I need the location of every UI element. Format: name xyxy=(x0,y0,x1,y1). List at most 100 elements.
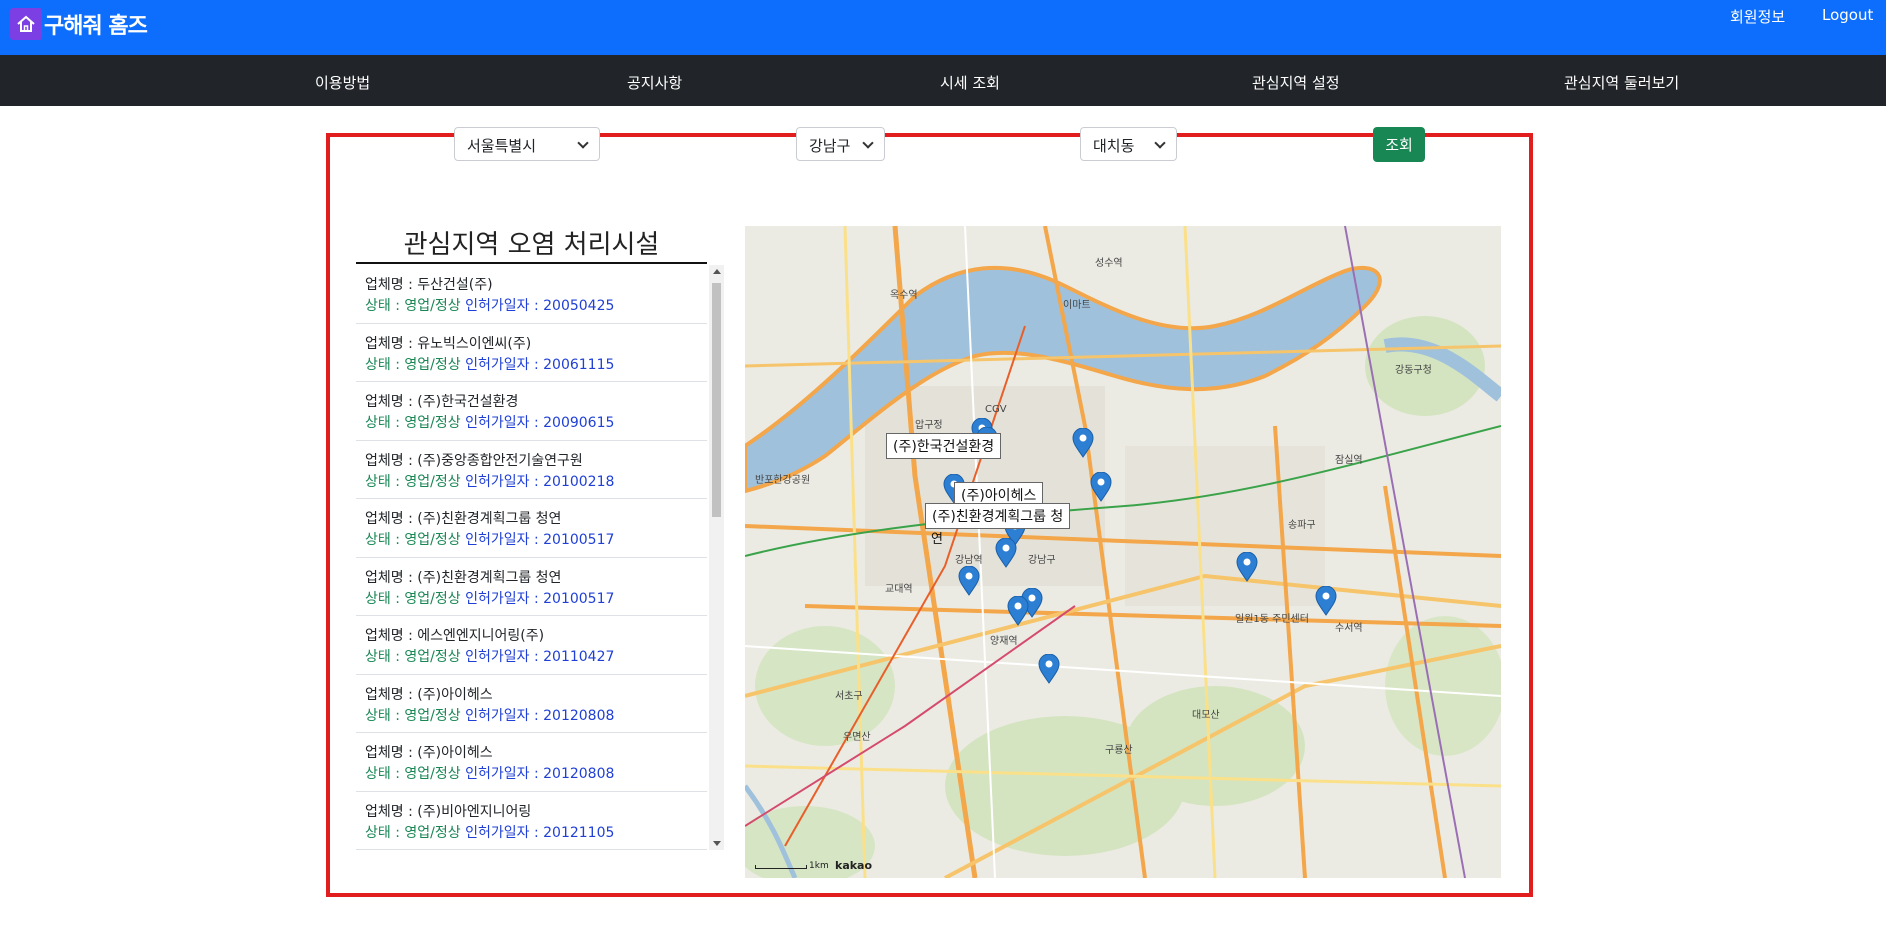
map-marker-icon[interactable] xyxy=(958,566,980,596)
status-prefix: 상태 : xyxy=(365,532,405,548)
map-marker-icon[interactable] xyxy=(1236,552,1258,582)
name-prefix: 업체명 : xyxy=(365,569,418,586)
nav-price-search[interactable]: 시세 조회 xyxy=(940,72,1000,93)
map-marker-icon[interactable] xyxy=(1072,428,1094,458)
item-name: 업체명 : (주)중앙종합안전기술연구원 xyxy=(365,450,698,472)
name-value: (주)한국건설환경 xyxy=(417,394,519,410)
date-prefix: 인허가일자 : xyxy=(465,824,544,841)
date-prefix: 인허가일자 : xyxy=(465,649,544,665)
map-place-label: 대모산 xyxy=(1192,710,1220,721)
item-meta: 상태 : 영업/정상 인허가일자 : 20110427 xyxy=(365,647,698,667)
dong-select[interactable]: 대치동 xyxy=(1080,127,1177,161)
map-place-label: 옥수역 xyxy=(890,290,918,301)
list-item[interactable]: 업체명 : 에스엔엔지니어링(주) 상태 : 영업/정상 인허가일자 : 201… xyxy=(356,616,707,675)
scroll-down-arrow-icon[interactable] xyxy=(713,841,721,846)
map-place-label: 압구정 xyxy=(915,420,943,431)
map-place-label: 잠실역 xyxy=(1335,455,1363,466)
list-item[interactable]: 업체명 : (주)친환경계획그룹 청연 상태 : 영업/정상 인허가일자 : 2… xyxy=(356,499,707,558)
date-prefix: 인허가일자 : xyxy=(465,532,544,548)
nav-usage[interactable]: 이용방법 xyxy=(315,72,370,93)
facility-list[interactable]: 업체명 : 두산건설(주) 상태 : 영업/정상 인허가일자 : 2005042… xyxy=(356,265,724,850)
name-value: (주)비아엔지니어링 xyxy=(417,803,532,820)
map-place-label: 일원1동 주민센터 xyxy=(1235,614,1309,625)
district-select[interactable]: 강남구 xyxy=(796,127,885,161)
list-item[interactable]: 업체명 : (주)아이헤스 상태 : 영업/정상 인허가일자 : 2012080… xyxy=(356,675,707,733)
list-item[interactable]: 업체명 : 두산건설(주) 상태 : 영업/정상 인허가일자 : 2005042… xyxy=(356,265,707,324)
list-item[interactable]: 업체명 : (주)비아엔지니어링 상태 : 영업/정상 인허가일자 : 2012… xyxy=(356,792,707,850)
list-scrollbar[interactable] xyxy=(709,265,724,850)
date-value: 20100218 xyxy=(543,473,615,490)
item-name: 업체명 : (주)한국건설환경 xyxy=(365,391,698,413)
map-marker-icon[interactable] xyxy=(1038,654,1060,684)
logo[interactable]: 구해줘 홈즈 xyxy=(10,8,148,40)
item-meta: 상태 : 영업/정상 인허가일자 : 20100517 xyxy=(365,589,698,609)
scroll-up-arrow-icon[interactable] xyxy=(713,269,721,274)
status-prefix: 상태 : xyxy=(365,707,405,724)
name-value: (주)친환경계획그룹 청연 xyxy=(417,511,562,527)
item-meta: 상태 : 영업/정상 인허가일자 : 20121105 xyxy=(365,823,698,843)
home-icon xyxy=(10,8,42,40)
status-prefix: 상태 : xyxy=(365,356,405,373)
map-place-label: CGV xyxy=(985,404,1007,415)
status-prefix: 상태 : xyxy=(365,766,405,782)
list-item[interactable]: 업체명 : (주)한국건설환경 상태 : 영업/정상 인허가일자 : 20090… xyxy=(356,382,707,441)
list-title: 관심지역 오염 처리시설 xyxy=(356,224,707,264)
nav-interest-setting[interactable]: 관심지역 설정 xyxy=(1252,72,1340,93)
map-marker-icon[interactable] xyxy=(1007,596,1029,626)
scroll-thumb[interactable] xyxy=(712,283,721,517)
list-item[interactable]: 업체명 : (주)중앙종합안전기술연구원 상태 : 영업/정상 인허가일자 : … xyxy=(356,441,707,499)
name-prefix: 업체명 : xyxy=(365,452,418,469)
item-name: 업체명 : (주)아이헤스 xyxy=(365,684,698,706)
status-prefix: 상태 : xyxy=(365,415,405,431)
status-prefix: 상태 : xyxy=(365,473,405,490)
nav-interest-browse[interactable]: 관심지역 둘러보기 xyxy=(1564,72,1679,93)
map-place-label: 이마트 xyxy=(1063,300,1091,311)
logo-text: 구해줘 홈즈 xyxy=(44,14,148,39)
map-marker-icon[interactable] xyxy=(1090,472,1112,502)
item-name: 업체명 : 두산건설(주) xyxy=(365,274,698,296)
name-prefix: 업체명 : xyxy=(365,394,418,410)
main-nav: 이용방법 공지사항 시세 조회 관심지역 설정 관심지역 둘러보기 xyxy=(0,55,1886,106)
name-prefix: 업체명 : xyxy=(365,803,418,820)
map-marker-icon[interactable] xyxy=(1315,586,1337,616)
kakao-map[interactable]: CGV 이마트 강남구 서초구 송파구 수서역 양재역 교대역 일원1동 주민센… xyxy=(745,226,1501,878)
list-item[interactable]: 업체명 : (주)아이헤스 상태 : 영업/정상 인허가일자 : 2012080… xyxy=(356,733,707,792)
date-prefix: 인허가일자 : xyxy=(465,473,544,490)
map-place-label: 반포한강공원 xyxy=(755,475,811,486)
nav-notice[interactable]: 공지사항 xyxy=(627,72,682,93)
city-select[interactable]: 서울특별시 xyxy=(454,127,600,161)
map-scale-label: 1km xyxy=(809,861,829,871)
date-prefix: 인허가일자 : xyxy=(465,707,544,724)
name-value: 에스엔엔지니어링(주) xyxy=(417,628,545,644)
member-info-link[interactable]: 회원정보 xyxy=(1730,6,1785,27)
status-prefix: 상태 : xyxy=(365,590,405,607)
logout-link[interactable]: Logout xyxy=(1822,6,1873,24)
map-info-label[interactable]: (주)한국건설환경 xyxy=(886,433,1002,459)
status-value: 영업/정상 xyxy=(404,532,461,548)
map-info-label[interactable]: (주)친환경계획그룹 청 xyxy=(925,503,1071,529)
list-item[interactable]: 업체명 : (주)친환경계획그룹 청연 상태 : 영업/정상 인허가일자 : 2… xyxy=(356,558,707,616)
map-place-label: 성수역 xyxy=(1095,258,1123,269)
map-tiles xyxy=(745,226,1501,878)
status-value: 영업/정상 xyxy=(404,824,461,841)
chevron-down-icon xyxy=(577,137,589,149)
map-marker-icon[interactable] xyxy=(995,538,1017,568)
status-prefix: 상태 : xyxy=(365,824,405,841)
top-header: 구해줘 홈즈 회원정보 Logout xyxy=(0,0,1886,55)
name-prefix: 업체명 : xyxy=(365,686,418,703)
name-prefix: 업체명 : xyxy=(365,335,418,352)
status-value: 영업/정상 xyxy=(404,473,461,490)
list-item[interactable]: 업체명 : 유노빅스이엔씨(주) 상태 : 영업/정상 인허가일자 : 2006… xyxy=(356,324,707,382)
search-button[interactable]: 조회 xyxy=(1373,127,1425,162)
map-scale-bar xyxy=(755,865,807,869)
date-value: 20120808 xyxy=(543,766,615,782)
city-select-value: 서울특별시 xyxy=(467,137,537,155)
name-prefix: 업체명 : xyxy=(365,745,418,761)
date-value: 20050425 xyxy=(543,298,615,314)
item-meta: 상태 : 영업/정상 인허가일자 : 20100517 xyxy=(365,530,698,550)
item-meta: 상태 : 영업/정상 인허가일자 : 20050425 xyxy=(365,296,698,316)
map-place-label: 강남구 xyxy=(1028,555,1056,566)
map-place-label: 양재역 xyxy=(990,636,1018,647)
name-value: (주)아이헤스 xyxy=(417,686,493,703)
status-prefix: 상태 : xyxy=(365,649,405,665)
